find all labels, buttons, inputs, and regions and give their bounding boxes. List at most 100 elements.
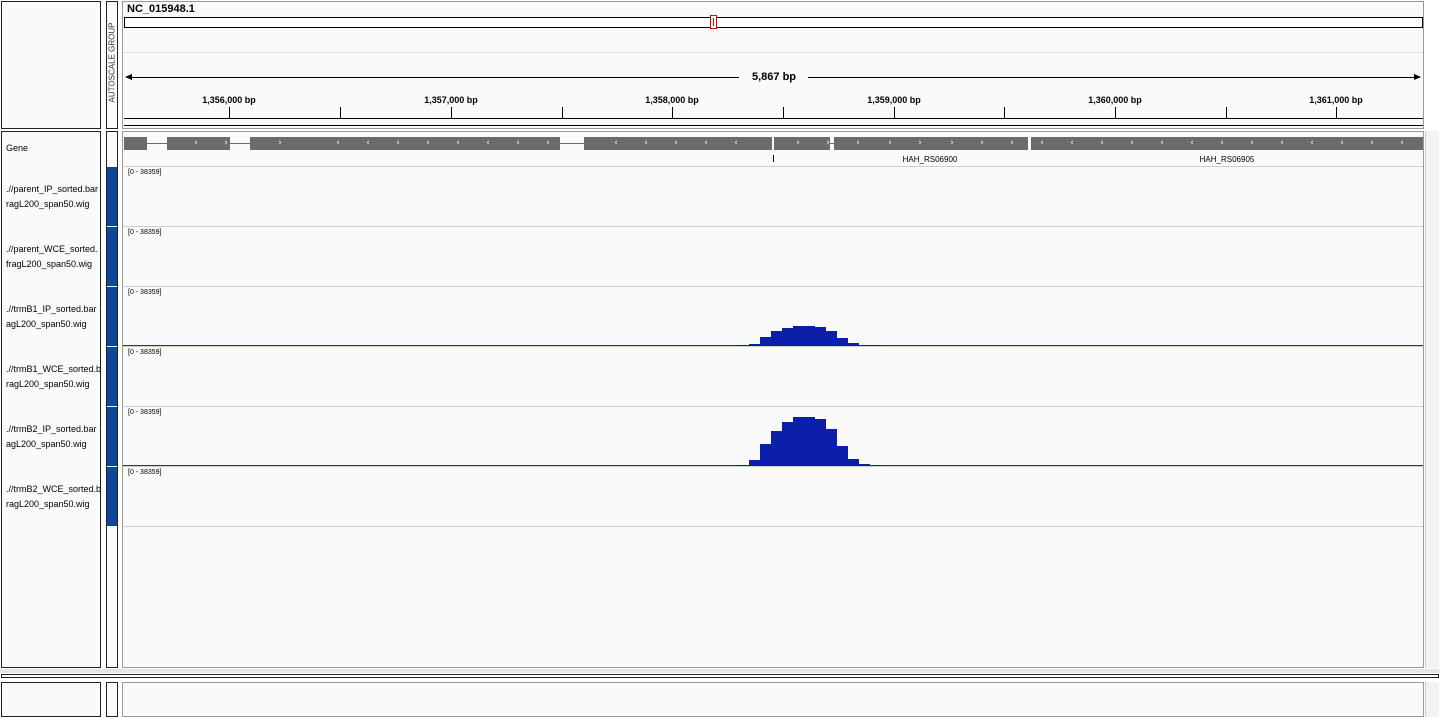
reverse-strand-icon: ‹ <box>516 138 520 148</box>
gene-intergenic-line <box>560 143 584 144</box>
track-separator <box>123 226 1423 227</box>
coverage-bar <box>804 417 815 466</box>
feature-attribute-panel[interactable] <box>106 682 118 717</box>
coverage-bar <box>804 326 815 346</box>
coverage-bar <box>771 331 782 346</box>
span-arrow-right-icon <box>1414 74 1421 80</box>
track-attribute-color[interactable] <box>107 467 117 526</box>
chromosome-ideogram[interactable] <box>124 17 1423 28</box>
track-attribute-color[interactable] <box>107 287 117 346</box>
feature-data-panel[interactable] <box>122 682 1424 717</box>
track-name[interactable]: .//parent_IP_sorted.bar <box>6 182 100 197</box>
coverage-bar <box>760 444 771 466</box>
track-data-panel[interactable] <box>122 131 1424 668</box>
track-name[interactable]: .//trmB2_IP_sorted.bar <box>6 422 100 437</box>
forward-strand-icon: › <box>194 138 198 148</box>
coverage-bar <box>826 331 837 346</box>
reverse-strand-icon: ‹ <box>366 138 370 148</box>
gene-feature[interactable] <box>834 137 1028 150</box>
coverage-bar <box>815 419 826 466</box>
reverse-strand-icon: ‹ <box>1250 138 1254 148</box>
ruler-major-tick <box>894 107 895 118</box>
coverage-bar <box>848 459 859 466</box>
header-attribute-panel[interactable]: AUTOSCALE GROUP <box>106 1 118 129</box>
reverse-strand-icon: ‹ <box>1310 138 1314 148</box>
forward-strand-icon: › <box>278 138 282 148</box>
forward-strand-icon: › <box>1010 138 1014 148</box>
ruler-major-tick <box>451 107 452 118</box>
feature-panel-scrollbar[interactable] <box>1425 682 1439 717</box>
ruler-major-tick <box>1336 107 1337 118</box>
gene-intergenic-line <box>230 143 250 144</box>
track-attribute-color[interactable] <box>107 347 117 406</box>
track-name[interactable]: fragL200_span50.wig <box>6 257 100 272</box>
reverse-strand-icon: ‹ <box>1070 138 1074 148</box>
ruler-tick-label: 1,360,000 bp <box>1088 95 1142 105</box>
span-arrow-left-icon <box>125 74 132 80</box>
ruler-tick-label: 1,356,000 bp <box>202 95 256 105</box>
track-separator <box>123 166 1423 167</box>
track-separator <box>123 286 1423 287</box>
track-attribute-color[interactable] <box>107 227 117 286</box>
ruler-tick-label: 1,359,000 bp <box>867 95 921 105</box>
forward-strand-icon: › <box>888 138 892 148</box>
coverage-bar <box>837 338 848 346</box>
track-name[interactable]: ragL200_span50.wig <box>6 377 100 392</box>
span-arrow-line-right <box>808 77 1420 78</box>
track-name[interactable]: .//trmB1_IP_sorted.bar <box>6 302 100 317</box>
forward-strand-icon: › <box>796 138 800 148</box>
panel-divider[interactable] <box>0 669 1440 673</box>
reverse-strand-icon: ‹ <box>396 138 400 148</box>
reverse-strand-icon: ‹ <box>644 138 648 148</box>
gene-feature[interactable] <box>774 137 830 150</box>
coverage-bar <box>837 446 848 466</box>
reverse-strand-icon: ‹ <box>1340 138 1344 148</box>
ruler-minor-tick <box>562 107 563 118</box>
data-panel-scrollbar[interactable] <box>1425 131 1439 668</box>
track-attribute-color[interactable] <box>107 407 117 466</box>
forward-strand-icon: › <box>980 138 984 148</box>
gene-feature[interactable] <box>124 137 147 150</box>
coverage-bar <box>771 431 782 466</box>
current-region-marker[interactable] <box>710 15 717 29</box>
track-name[interactable]: agL200_span50.wig <box>6 437 100 452</box>
reverse-strand-icon: ‹ <box>1190 138 1194 148</box>
gene-feature[interactable] <box>167 137 230 150</box>
track-name[interactable]: agL200_span50.wig <box>6 317 100 332</box>
reverse-strand-icon: ‹ <box>1370 138 1374 148</box>
ideogram-divider <box>124 52 1423 53</box>
track-data-range: [0 - 38359] <box>128 289 162 296</box>
forward-strand-icon: › <box>918 138 922 148</box>
reverse-strand-icon: ‹ <box>614 138 618 148</box>
reverse-strand-icon: ‹ <box>704 138 708 148</box>
ruler-tick-label: 1,357,000 bp <box>424 95 478 105</box>
track-name[interactable]: .//trmB2_WCE_sorted.b <box>6 482 100 497</box>
feature-name-panel[interactable] <box>1 682 101 717</box>
gene-feature[interactable] <box>584 137 772 150</box>
gene-feature[interactable] <box>250 137 560 150</box>
gene-track-name[interactable]: Gene <box>6 141 100 156</box>
gene-label[interactable]: HAH_RS06900 <box>903 155 958 164</box>
track-data-range: [0 - 38359] <box>128 229 162 236</box>
track-name[interactable]: ragL200_span50.wig <box>6 197 100 212</box>
chromosome-name[interactable]: NC_015948.1 <box>127 3 195 15</box>
coverage-bar <box>793 417 804 466</box>
track-name[interactable]: .//trmB1_WCE_sorted.b <box>6 362 100 377</box>
track-data-range: [0 - 38359] <box>128 349 162 356</box>
track-attribute-color[interactable] <box>107 167 117 226</box>
gene-label[interactable]: HAH_RS06905 <box>1200 155 1255 164</box>
reverse-strand-icon: ‹ <box>1040 138 1044 148</box>
track-separator <box>123 346 1423 347</box>
reverse-strand-icon: ‹ <box>1160 138 1164 148</box>
track-name[interactable]: ragL200_span50.wig <box>6 497 100 512</box>
track-name[interactable]: .//parent_WCE_sorted. <box>6 242 100 257</box>
forward-strand-icon: › <box>950 138 954 148</box>
attribute-header-label[interactable]: AUTOSCALE GROUP <box>108 8 117 118</box>
forward-strand-icon: › <box>826 138 830 148</box>
forward-strand-icon: › <box>224 138 228 148</box>
header-name-panel <box>1 1 101 129</box>
track-data-range: [0 - 38359] <box>128 469 162 476</box>
ruler-minor-tick <box>340 107 341 118</box>
gene-feature[interactable] <box>1031 137 1423 150</box>
reverse-strand-icon: ‹ <box>1400 138 1404 148</box>
